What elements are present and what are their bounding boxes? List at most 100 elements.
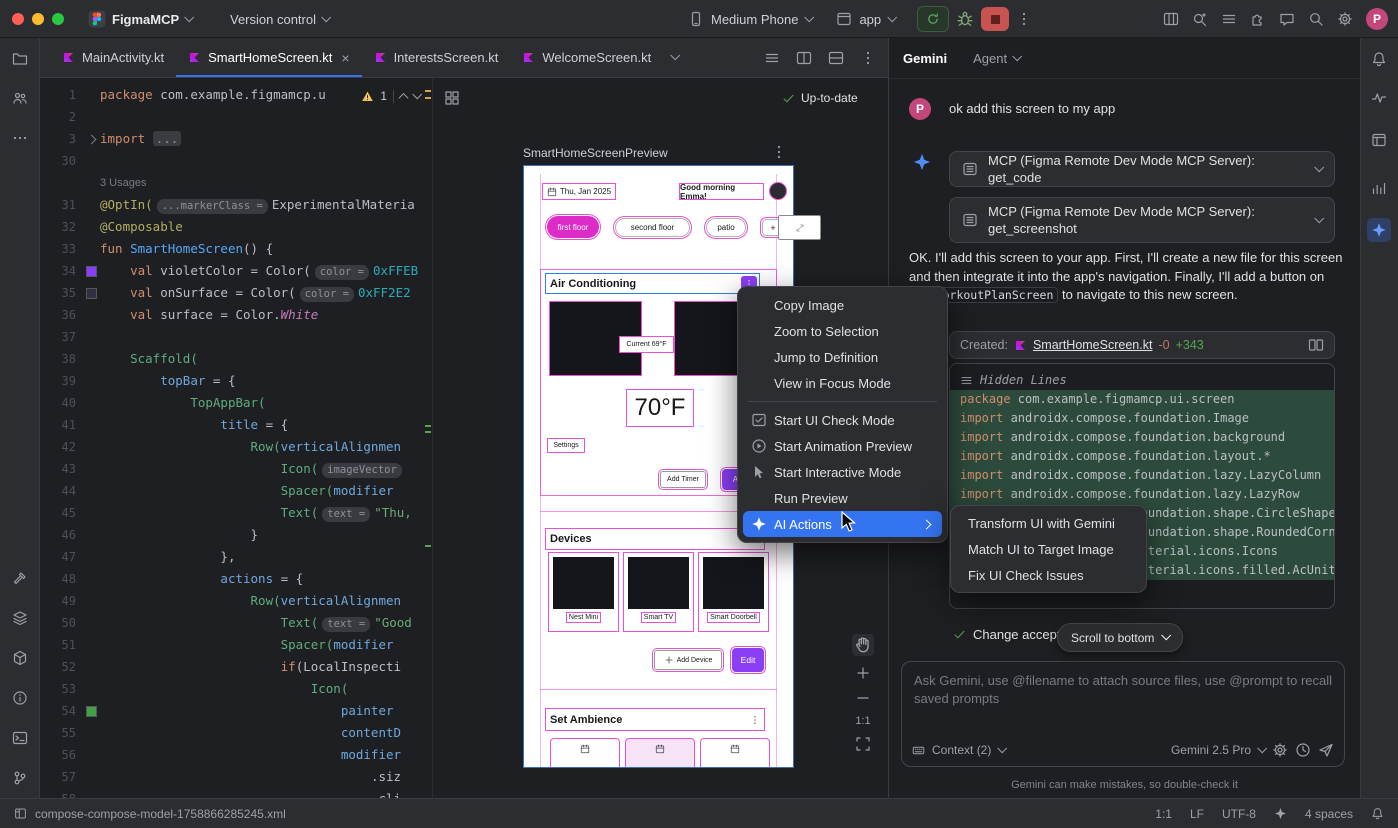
code-line[interactable]: 46 } [40, 524, 432, 546]
preview-title[interactable]: SmartHomeScreenPreview [523, 146, 668, 160]
submenu-item-match-ui-to-target-image[interactable]: Match UI to Target Image [956, 536, 1141, 562]
expand-icon[interactable] [1314, 162, 1324, 172]
code-line[interactable]: 55 contentD [40, 722, 432, 744]
code-line[interactable]: 32@Composable [40, 216, 432, 238]
tabs-dropdown-icon[interactable] [670, 50, 680, 60]
code-line[interactable]: 3import ... [40, 128, 432, 150]
preview-resize-handle[interactable] [778, 215, 821, 240]
send-button[interactable] [1318, 742, 1334, 758]
main-menu-icon[interactable] [1221, 11, 1237, 27]
zoom-to-fit-icon[interactable] [855, 736, 871, 752]
menu-item-run-preview[interactable]: Run Preview [743, 485, 942, 511]
layout-inspector-icon[interactable] [1367, 128, 1391, 152]
logcat-icon[interactable] [8, 606, 32, 630]
maximize-window-button[interactable] [52, 13, 64, 25]
expand-icon[interactable] [1314, 213, 1324, 223]
code-line[interactable]: 47 }, [40, 546, 432, 568]
code-line[interactable]: 40 TopAppBar( [40, 392, 432, 414]
code-line[interactable]: 30 [40, 150, 432, 172]
section-menu-icon[interactable] [750, 715, 760, 725]
run-config-selector[interactable]: app [859, 12, 881, 27]
close-window-button[interactable] [12, 13, 24, 25]
tab-gemini[interactable]: Gemini [903, 51, 947, 66]
code-line[interactable]: 50 Text(text ="Good [40, 612, 432, 634]
menu-item-start-interactive-mode[interactable]: Start Interactive Mode [743, 459, 942, 485]
ai-search-icon[interactable] [1192, 11, 1208, 27]
color-swatch[interactable] [86, 288, 97, 299]
minimize-window-button[interactable] [32, 13, 44, 25]
split-horizontal-icon[interactable] [828, 50, 844, 66]
code-line[interactable]: 43 Icon(imageVector [40, 458, 432, 480]
grid-view-icon[interactable] [444, 90, 460, 106]
tab-agent[interactable]: Agent [973, 51, 1020, 66]
add-device-button[interactable]: Add Device [654, 650, 722, 670]
preview-avatar[interactable] [769, 182, 787, 200]
code-line[interactable]: 58 .cli [40, 788, 432, 798]
code-line[interactable]: 35 val onSurface = Color(color =0xFF2E2 [40, 282, 432, 304]
code-line[interactable]: 39 topBar = { [40, 370, 432, 392]
code-line[interactable]: 48 actions = { [40, 568, 432, 590]
code-line[interactable]: 36 val surface = Color.White [40, 304, 432, 326]
code-line[interactable]: 51 Spacer(modifier [40, 634, 432, 656]
more-tool-windows-icon[interactable] [8, 126, 32, 150]
prompt-history-icon[interactable] [1295, 742, 1311, 758]
preview-tab-first-floor[interactable]: first floor [547, 216, 599, 238]
preview-date-chip[interactable]: Thu, Jan 2025 [542, 183, 616, 200]
code-line[interactable]: 56 modifier [40, 744, 432, 766]
code-line[interactable]: 37 [40, 326, 432, 348]
menu-item-view-in-focus-mode[interactable]: View in Focus Mode [743, 370, 942, 396]
code-line[interactable]: 2 [40, 106, 432, 128]
menu-item-zoom-to-selection[interactable]: Zoom to Selection [743, 318, 942, 344]
inspections-widget[interactable]: 1 [355, 86, 426, 106]
project-icon[interactable] [8, 47, 32, 71]
created-file-card[interactable]: Created: SmartHomeScreen.kt -0 +343 [949, 331, 1335, 359]
devices-section-header[interactable]: Devices [545, 528, 765, 550]
menu-item-start-animation-preview[interactable]: Start Animation Preview [743, 433, 942, 459]
prompt-input[interactable]: Ask Gemini, use @filename to attach sour… [901, 661, 1345, 767]
code-line[interactable]: 45 Text(text ="Thu, [40, 502, 432, 524]
project-widget[interactable]: FigmaMCP [88, 0, 192, 38]
menu-item-jump-to-definition[interactable]: Jump to Definition [743, 344, 942, 370]
settings-label[interactable]: Settings [547, 438, 585, 453]
tool-call-card-get-screenshot[interactable]: MCP (Figma Remote Dev Mode MCP Server): … [949, 197, 1335, 243]
created-file-link[interactable]: SmartHomeScreen.kt [1033, 338, 1152, 352]
code-line[interactable]: 53 Icon( [40, 678, 432, 700]
problems-icon[interactable] [8, 686, 32, 710]
open-diff-icon[interactable] [1308, 337, 1324, 353]
model-selector[interactable]: Gemini 2.5 Pro [1171, 743, 1251, 757]
file-encoding[interactable]: UTF-8 [1222, 807, 1256, 821]
code-editor[interactable]: 1package com.example.figmamcp.u23import … [40, 78, 432, 798]
gemini-status-icon[interactable] [1274, 807, 1287, 820]
close-tab-icon[interactable]: × [341, 50, 349, 66]
profiler-icon[interactable] [1367, 86, 1391, 110]
ac-section-title-selected[interactable]: Air Conditioning [545, 273, 760, 294]
device-card[interactable]: Smart Doorbell [698, 552, 769, 632]
zoom-out-icon[interactable] [855, 690, 871, 706]
next-issue-icon[interactable] [412, 89, 422, 99]
code-line[interactable]: 41 title = { [40, 414, 432, 436]
tab-interestsscreen-kt[interactable]: InterestsScreen.kt [362, 38, 511, 77]
tab-welcomescreen-kt[interactable]: WelcomeScreen.kt [510, 38, 663, 77]
build-icon[interactable] [8, 566, 32, 590]
color-swatch[interactable] [86, 266, 97, 277]
preview-tab-second-floor[interactable]: second floor [615, 218, 690, 237]
menu-item-start-ui-check-mode[interactable]: Start UI Check Mode [743, 407, 942, 433]
split-vertical-icon[interactable] [796, 50, 812, 66]
device-card[interactable]: Smart TV [623, 552, 694, 632]
chat-icon[interactable] [1279, 11, 1295, 27]
temperature-display[interactable]: 70°F [626, 389, 694, 427]
pan-tool-icon[interactable] [852, 634, 874, 656]
pull-requests-icon[interactable] [8, 86, 32, 110]
previous-issue-icon[interactable] [399, 92, 409, 102]
gemini-settings-icon[interactable] [1272, 742, 1288, 758]
device-explorer-icon[interactable] [8, 646, 32, 670]
zoom-in-icon[interactable] [855, 665, 871, 681]
context-selector[interactable]: Context (2) [932, 743, 991, 757]
terminal-icon[interactable] [8, 726, 32, 750]
code-line[interactable]: 31@OptIn(...markerClass =ExperimentalMat… [40, 194, 432, 216]
preview-menu-icon[interactable] [771, 144, 787, 160]
device-card[interactable]: Nest Mini [548, 552, 619, 632]
stop-button[interactable] [981, 7, 1009, 31]
preview-greeting[interactable]: Good morning Emma! [679, 183, 764, 200]
code-line[interactable]: 44 Spacer(modifier [40, 480, 432, 502]
